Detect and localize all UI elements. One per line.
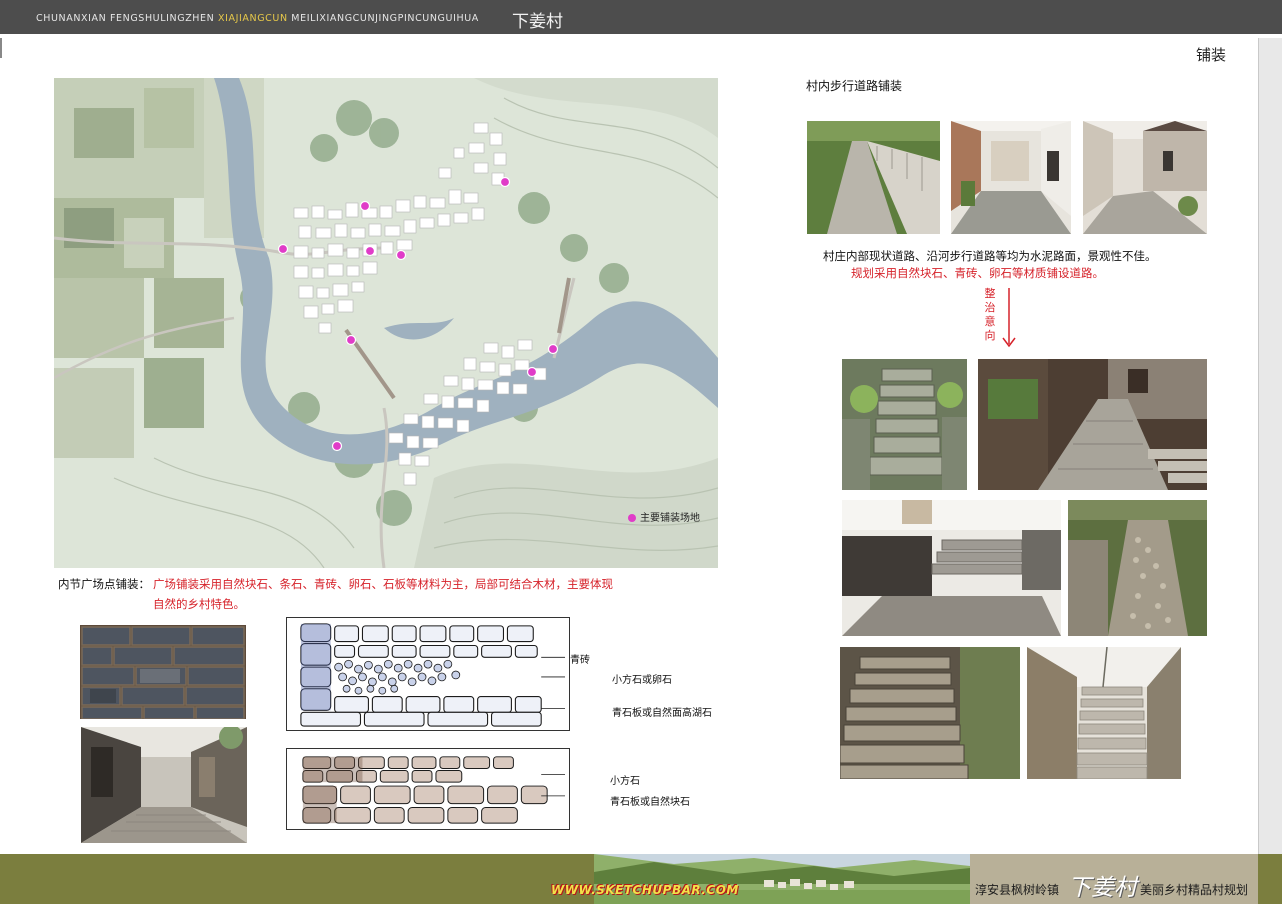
current-alley-graphic [951, 121, 1071, 234]
footer-town-name: 淳安县枫树岭镇 [975, 883, 1060, 897]
current-alley-photo [951, 121, 1071, 234]
paving-sketch-2-graphic [287, 749, 569, 829]
rustic-stone-stairs-photo [840, 647, 1020, 779]
stone-stairs-wall-graphic [1027, 647, 1181, 779]
improvement-intent-label: 整治意向 [984, 287, 996, 342]
left-margin-mark [0, 38, 2, 58]
site-map-graphic [54, 78, 718, 568]
pebble-path-graphic [1068, 500, 1207, 636]
header-english-part2: MEILIXIANGCUNJINGPINCUNGUIHUA [287, 13, 479, 24]
village-alley-photo [81, 727, 247, 843]
current-riverside-path-photo [807, 121, 940, 234]
plaza-paving-description-line2: 自然的乡村特色。 [153, 597, 245, 611]
stone-steps-garden-graphic [842, 359, 967, 490]
footer-village-logo: 下姜村 [1068, 875, 1137, 901]
paving-sketch-1-graphic [287, 618, 569, 730]
stone-steps-garden-photo [842, 359, 967, 490]
sketch1-label-small-stones: 小方石或卵石 [612, 675, 672, 686]
footpath-paving-title: 村内步行道路铺装 [806, 79, 903, 93]
brick-texture-graphic [80, 625, 246, 719]
header-english-title: CHUNANXIAN FENGSHULINGZHEN XIAJIANGCUN M… [36, 13, 479, 24]
stone-steps-plaza-photo [842, 500, 1061, 636]
flagstone-lane-photo [978, 359, 1207, 490]
village-alley-graphic [81, 727, 247, 843]
sketch1-label-slate: 青石板或自然面高湖石 [612, 708, 712, 719]
header-english-highlight: XIAJIANGCUN [217, 13, 288, 24]
down-arrow-icon [1002, 288, 1016, 348]
stone-steps-plaza-graphic [842, 500, 1061, 636]
stone-stairs-wall-photo [1027, 647, 1181, 779]
header-divider [0, 34, 1282, 38]
legend-label: 主要铺装场地 [640, 513, 700, 524]
right-margin-strip [1258, 38, 1282, 854]
plaza-paving-title: 内节广场点铺装： [58, 577, 150, 591]
footer-plan-name: 美丽乡村精品村规划 [1140, 883, 1249, 897]
pebble-path-photo [1068, 500, 1207, 636]
legend-marker-icon [628, 514, 636, 522]
current-village-lane-graphic [1083, 121, 1207, 234]
plaza-paving-description-line1: 广场铺装采用自然块石、条石、青砖、卵石、石板等材料为主，局部可结合木材，主要体现 [153, 577, 613, 591]
sketch2-label-slate: 青石板或自然块石 [610, 797, 690, 808]
sketch1-label-bricks: 青砖 [570, 655, 590, 666]
planning-proposal-note: 规划采用自然块石、青砖、卵石等材质铺设道路。 [851, 266, 1104, 280]
footer-bar: WWW.SKETCHUPBAR.COM 淳安县枫树岭镇 下姜村 美丽乡村精品村规… [0, 854, 1282, 904]
village-site-map [54, 78, 718, 568]
section-title: 铺装 [1196, 46, 1227, 64]
flagstone-lane-graphic [978, 359, 1207, 490]
header-english-part1: CHUNANXIAN FENGSHULINGZHEN [36, 13, 218, 24]
map-legend: 主要铺装场地 [628, 509, 700, 524]
current-condition-note: 村庄内部现状道路、沿河步行道路等均为水泥路面，景观性不佳。 [823, 249, 1157, 263]
paving-sketch-1 [286, 617, 570, 731]
rustic-stone-stairs-graphic [840, 647, 1020, 779]
header-chinese-title: 下姜村 [512, 12, 563, 32]
header-bar: CHUNANXIAN FENGSHULINGZHEN XIAJIANGCUN M… [0, 0, 1282, 34]
current-riverside-path-graphic [807, 121, 940, 234]
right-margin-line [1258, 38, 1259, 854]
sketch2-label-small-stones: 小方石 [610, 776, 640, 787]
footer-website-link[interactable]: WWW.SKETCHUPBAR.COM [551, 883, 739, 897]
brick-texture-photo [80, 625, 246, 719]
paving-sketch-2 [286, 748, 570, 830]
current-village-lane-photo [1083, 121, 1207, 234]
